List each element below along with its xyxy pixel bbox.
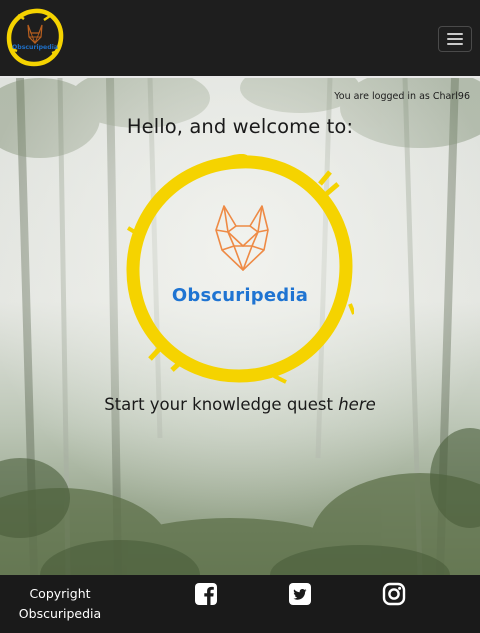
welcome-heading: Hello, and welcome to: bbox=[126, 115, 354, 138]
hero-section: You are logged in as Charl96 Hello, and … bbox=[0, 78, 480, 575]
facebook-icon[interactable] bbox=[194, 582, 218, 606]
brand-logo[interactable]: Obscuripedia bbox=[4, 7, 66, 69]
quest-link[interactable]: here bbox=[338, 395, 376, 414]
obscuripedia-logo bbox=[126, 154, 354, 384]
logo-wordmark: Obscuripedia bbox=[171, 285, 309, 306]
quest-text-label: Start your knowledge quest bbox=[104, 395, 333, 414]
username: Charl96 bbox=[432, 91, 470, 102]
copyright-line-1: Copyright bbox=[29, 586, 91, 601]
footer: Copyright Obscuripedia bbox=[0, 575, 480, 633]
login-status: You are logged in as Charl96 bbox=[334, 91, 470, 102]
quest-text: Start your knowledge quest here bbox=[0, 395, 480, 414]
copyright-line-2: Obscuripedia bbox=[18, 606, 102, 621]
navbar: Obscuripedia bbox=[0, 0, 480, 78]
hamburger-icon bbox=[447, 33, 463, 35]
login-status-text: You are logged in as bbox=[334, 91, 430, 102]
fox-head-icon bbox=[215, 205, 269, 271]
brand-logo-image: Obscuripedia bbox=[6, 8, 64, 67]
menu-toggle-button[interactable] bbox=[438, 26, 472, 52]
brand-logo-text: Obscuripedia bbox=[12, 44, 58, 51]
twitter-icon[interactable] bbox=[288, 582, 312, 606]
instagram-icon[interactable] bbox=[382, 582, 406, 606]
copyright: Copyright Obscuripedia bbox=[10, 584, 110, 624]
